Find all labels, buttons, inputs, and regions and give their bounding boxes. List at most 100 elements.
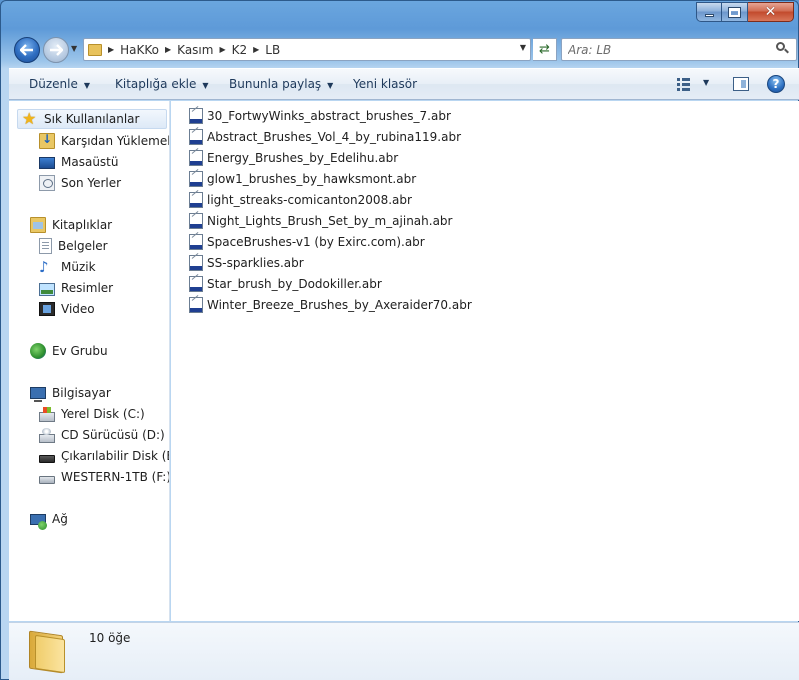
list-item[interactable]: SpaceBrushes-v1 (by Exirc.com).abr: [189, 232, 425, 252]
chevron-down-icon: ▼: [202, 81, 209, 90]
list-item[interactable]: Energy_Brushes_by_Edelihu.abr: [189, 148, 398, 168]
pictures-icon: [39, 282, 55, 296]
sidebar-item-desktop[interactable]: Masaüstü: [39, 152, 118, 172]
computer-icon: [30, 387, 46, 402]
navigation-pane: ★ Sık Kullanılanlar Karşıdan Yüklemeler …: [9, 101, 170, 621]
sidebar-item-downloads[interactable]: Karşıdan Yüklemeler: [39, 131, 169, 151]
sidebar-item-recent-places[interactable]: Son Yerler: [39, 173, 121, 193]
preview-pane-icon[interactable]: [733, 77, 749, 91]
include-in-library-button[interactable]: Kitaplığa ekle ▼: [115, 77, 209, 91]
star-icon: ★: [22, 109, 37, 128]
abr-file-icon: [189, 234, 203, 250]
sidebar-item-label: Karşıdan Yüklemeler: [61, 134, 169, 148]
maximize-button[interactable]: [722, 2, 748, 22]
file-name: SpaceBrushes-v1 (by Exirc.com).abr: [207, 235, 425, 249]
file-list: 30_FortwyWinks_abstract_brushes_7.abr Ab…: [171, 101, 799, 621]
sidebar-item-label: Belgeler: [58, 239, 108, 253]
refresh-icon: ⇄: [539, 42, 550, 57]
breadcrumb-k2[interactable]: K2: [232, 43, 248, 57]
sidebar-item-label: Son Yerler: [61, 176, 122, 190]
folder-icon: [88, 43, 102, 56]
item-count: 10 öğe: [89, 631, 131, 645]
minimize-button[interactable]: [696, 2, 722, 22]
sidebar-libraries-label: Kitaplıklar: [52, 218, 113, 232]
refresh-button[interactable]: ⇄: [533, 38, 557, 61]
breadcrumb-hakko[interactable]: HaKKo: [120, 43, 159, 57]
forward-button[interactable]: [43, 37, 69, 63]
downloads-icon: [39, 132, 55, 149]
new-folder-button[interactable]: Yeni klasör: [353, 77, 417, 91]
abr-file-icon: [189, 297, 203, 313]
include-in-library-label: Kitaplığa ekle: [115, 77, 197, 91]
sidebar-item-label: WESTERN-1TB (F:): [61, 470, 170, 484]
desktop-icon: [39, 157, 55, 169]
network-icon: [30, 513, 47, 530]
breadcrumb-chevron-icon[interactable]: ▶: [165, 45, 171, 54]
breadcrumb-chevron-icon[interactable]: ▶: [108, 45, 114, 54]
search-input[interactable]: [568, 42, 768, 57]
details-pane: 10 öğe: [9, 622, 799, 680]
list-item[interactable]: light_streaks-comicanton2008.abr: [189, 190, 412, 210]
forward-arrow-icon: [50, 44, 63, 56]
organize-label: Düzenle: [29, 77, 78, 91]
sidebar-item-cd-drive-d[interactable]: CD Sürücüsü (D:): [39, 425, 165, 445]
recent-pages-dropdown[interactable]: ▼: [71, 44, 77, 53]
list-item[interactable]: Star_brush_by_Dodokiller.abr: [189, 274, 382, 294]
maximize-icon: [728, 6, 741, 18]
documents-icon: [39, 238, 52, 254]
hard-drive-icon: [39, 475, 55, 484]
sidebar-libraries[interactable]: Kitaplıklar: [30, 215, 112, 235]
sidebar-item-label: Yerel Disk (C:): [61, 407, 145, 421]
view-options-dropdown-icon[interactable]: ▼: [703, 78, 709, 87]
sidebar-favorites[interactable]: ★ Sık Kullanılanlar: [17, 109, 167, 129]
navigation-bar: ▼ ▶ HaKKo ▶ Kasım ▶ K2 ▶ LB ▼ ⇄: [9, 35, 798, 65]
caption-buttons: ✕: [696, 2, 794, 22]
change-view-icon[interactable]: [677, 78, 693, 92]
file-name: 30_FortwyWinks_abstract_brushes_7.abr: [207, 109, 451, 123]
file-name: glow1_brushes_by_hawksmont.abr: [207, 172, 417, 186]
file-name: SS-sparklies.abr: [207, 256, 304, 270]
back-button[interactable]: [14, 37, 40, 63]
abr-file-icon: [189, 129, 203, 145]
list-item[interactable]: Night_Lights_Brush_Set_by_m_ajinah.abr: [189, 211, 452, 231]
breadcrumb-lb[interactable]: LB: [265, 43, 280, 57]
share-with-button[interactable]: Bununla paylaş ▼: [229, 77, 333, 91]
close-button[interactable]: ✕: [748, 2, 794, 22]
list-item[interactable]: 30_FortwyWinks_abstract_brushes_7.abr: [189, 106, 451, 126]
list-item[interactable]: SS-sparklies.abr: [189, 253, 304, 273]
sidebar-computer[interactable]: Bilgisayar: [30, 383, 111, 403]
minimize-icon: [704, 13, 714, 17]
organize-button[interactable]: Düzenle ▼: [29, 77, 90, 91]
sidebar-homegroup[interactable]: Ev Grubu: [30, 341, 108, 361]
file-name: Abstract_Brushes_Vol_4_by_rubina119.abr: [207, 130, 462, 144]
sidebar-favorites-label: Sık Kullanılanlar: [44, 112, 140, 126]
sidebar-item-western-f[interactable]: WESTERN-1TB (F:): [39, 467, 170, 487]
cd-drive-icon: [39, 427, 55, 443]
list-item[interactable]: glow1_brushes_by_hawksmont.abr: [189, 169, 416, 189]
sidebar-network[interactable]: Ağ: [30, 509, 68, 530]
sidebar-item-local-disk-c[interactable]: Yerel Disk (C:): [39, 404, 145, 424]
list-item[interactable]: Abstract_Brushes_Vol_4_by_rubina119.abr: [189, 127, 461, 147]
music-icon: ♪: [39, 258, 49, 276]
address-dropdown-icon[interactable]: ▼: [520, 43, 526, 52]
breadcrumb-chevron-icon[interactable]: ▶: [253, 45, 259, 54]
address-bar[interactable]: ▶ HaKKo ▶ Kasım ▶ K2 ▶ LB ▼: [83, 38, 531, 61]
sidebar-item-removable-disk-e[interactable]: Çıkarılabilir Disk (E:): [39, 446, 169, 466]
help-icon[interactable]: ?: [767, 75, 785, 93]
breadcrumb-chevron-icon[interactable]: ▶: [219, 45, 225, 54]
back-arrow-icon: [20, 44, 33, 56]
abr-file-icon: [189, 150, 203, 166]
breadcrumb-kasim[interactable]: Kasım: [177, 43, 213, 57]
sidebar-item-label: CD Sürücüsü (D:): [61, 428, 165, 442]
sidebar-item-label: Resimler: [61, 281, 114, 295]
sidebar-item-documents[interactable]: Belgeler: [39, 236, 108, 256]
sidebar-item-video[interactable]: Video: [39, 299, 95, 319]
search-icon[interactable]: [776, 42, 789, 54]
sidebar-item-label: Masaüstü: [61, 155, 119, 169]
sidebar-item-music[interactable]: ♪ Müzik: [39, 257, 96, 277]
search-box[interactable]: [561, 38, 797, 61]
sidebar-network-label: Ağ: [52, 512, 68, 526]
list-item[interactable]: Winter_Breeze_Brushes_by_Axeraider70.abr: [189, 295, 472, 315]
homegroup-icon: [30, 343, 46, 359]
sidebar-item-pictures[interactable]: Resimler: [39, 278, 113, 298]
